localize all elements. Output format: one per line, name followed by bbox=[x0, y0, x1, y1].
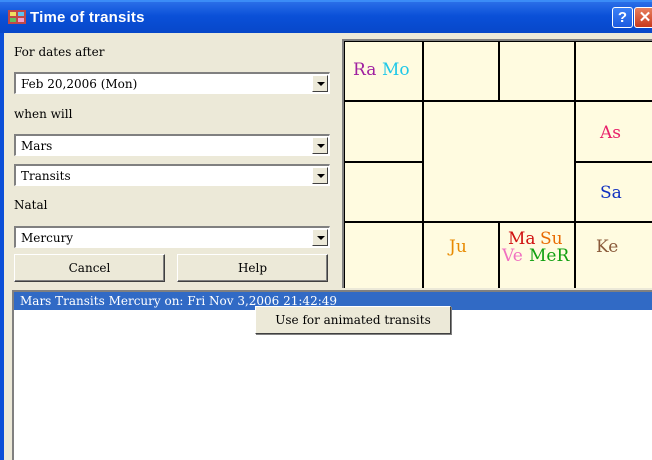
planet-label-ve: Ve bbox=[502, 246, 523, 266]
planet-value: Mars bbox=[21, 139, 53, 153]
transit-chart: Ra Mo As Sa Ju Ma Su Ve MeR Ke bbox=[342, 39, 652, 288]
chart-cell-bottom-3: Ma Su Ve MeR bbox=[500, 223, 574, 288]
natal-value: Mercury bbox=[21, 231, 74, 245]
app-chart-icon bbox=[8, 10, 26, 24]
chart-cell-top-3 bbox=[500, 42, 574, 100]
planet-label-ra: Ra bbox=[353, 60, 377, 80]
chart-cell-mid-right-upper: As bbox=[576, 102, 652, 161]
chevron-down-icon[interactable] bbox=[312, 167, 328, 184]
chart-cell-mid-right-lower: Sa bbox=[576, 163, 652, 221]
cancel-button[interactable]: Cancel bbox=[14, 254, 165, 282]
date-select[interactable]: Feb 20,2006 (Mon) bbox=[14, 72, 330, 94]
when-label: when will bbox=[14, 107, 73, 121]
planet-label-ke: Ke bbox=[596, 237, 619, 257]
chart-cell-mid-left-lower bbox=[345, 163, 422, 221]
chart-cell-bottom-2: Ju bbox=[424, 223, 498, 288]
help-icon[interactable]: ? bbox=[612, 7, 633, 28]
chart-center bbox=[424, 102, 574, 221]
planet-label-mer: MeR bbox=[529, 246, 570, 266]
chevron-down-icon[interactable] bbox=[312, 137, 328, 154]
chart-cell-bottom-left bbox=[345, 223, 422, 288]
close-icon[interactable]: ✕ bbox=[634, 7, 652, 28]
chart-cell-top-right bbox=[576, 42, 652, 100]
planet-label-mo: Mo bbox=[382, 60, 410, 80]
planet-label-sa: Sa bbox=[600, 183, 622, 203]
planet-select[interactable]: Mars bbox=[14, 134, 330, 156]
planet-label-as: As bbox=[600, 123, 622, 143]
chart-cell-top-2 bbox=[424, 42, 498, 100]
chart-cell-bottom-right: Ke bbox=[576, 223, 652, 288]
window-title: Time of transits bbox=[30, 9, 145, 26]
natal-select[interactable]: Mercury bbox=[14, 226, 330, 248]
planet-label-ju: Ju bbox=[449, 237, 467, 257]
chart-cell-mid-left-upper bbox=[345, 102, 422, 161]
help-button[interactable]: Help bbox=[177, 254, 328, 282]
context-menu: Use for animated transits bbox=[255, 306, 451, 334]
title-bar: Time of transits ? ✕ bbox=[0, 0, 652, 33]
chart-cell-top-left: Ra Mo bbox=[345, 42, 422, 100]
date-value: Feb 20,2006 (Mon) bbox=[21, 77, 138, 91]
chevron-down-icon[interactable] bbox=[312, 75, 328, 92]
event-value: Transits bbox=[21, 169, 71, 183]
chevron-down-icon[interactable] bbox=[312, 229, 328, 246]
natal-label: Natal bbox=[14, 198, 48, 212]
dates-label: For dates after bbox=[14, 45, 105, 59]
menu-item-use-for-animated-transits[interactable]: Use for animated transits bbox=[256, 307, 450, 333]
window-border bbox=[0, 33, 4, 460]
event-select[interactable]: Transits bbox=[14, 164, 330, 186]
